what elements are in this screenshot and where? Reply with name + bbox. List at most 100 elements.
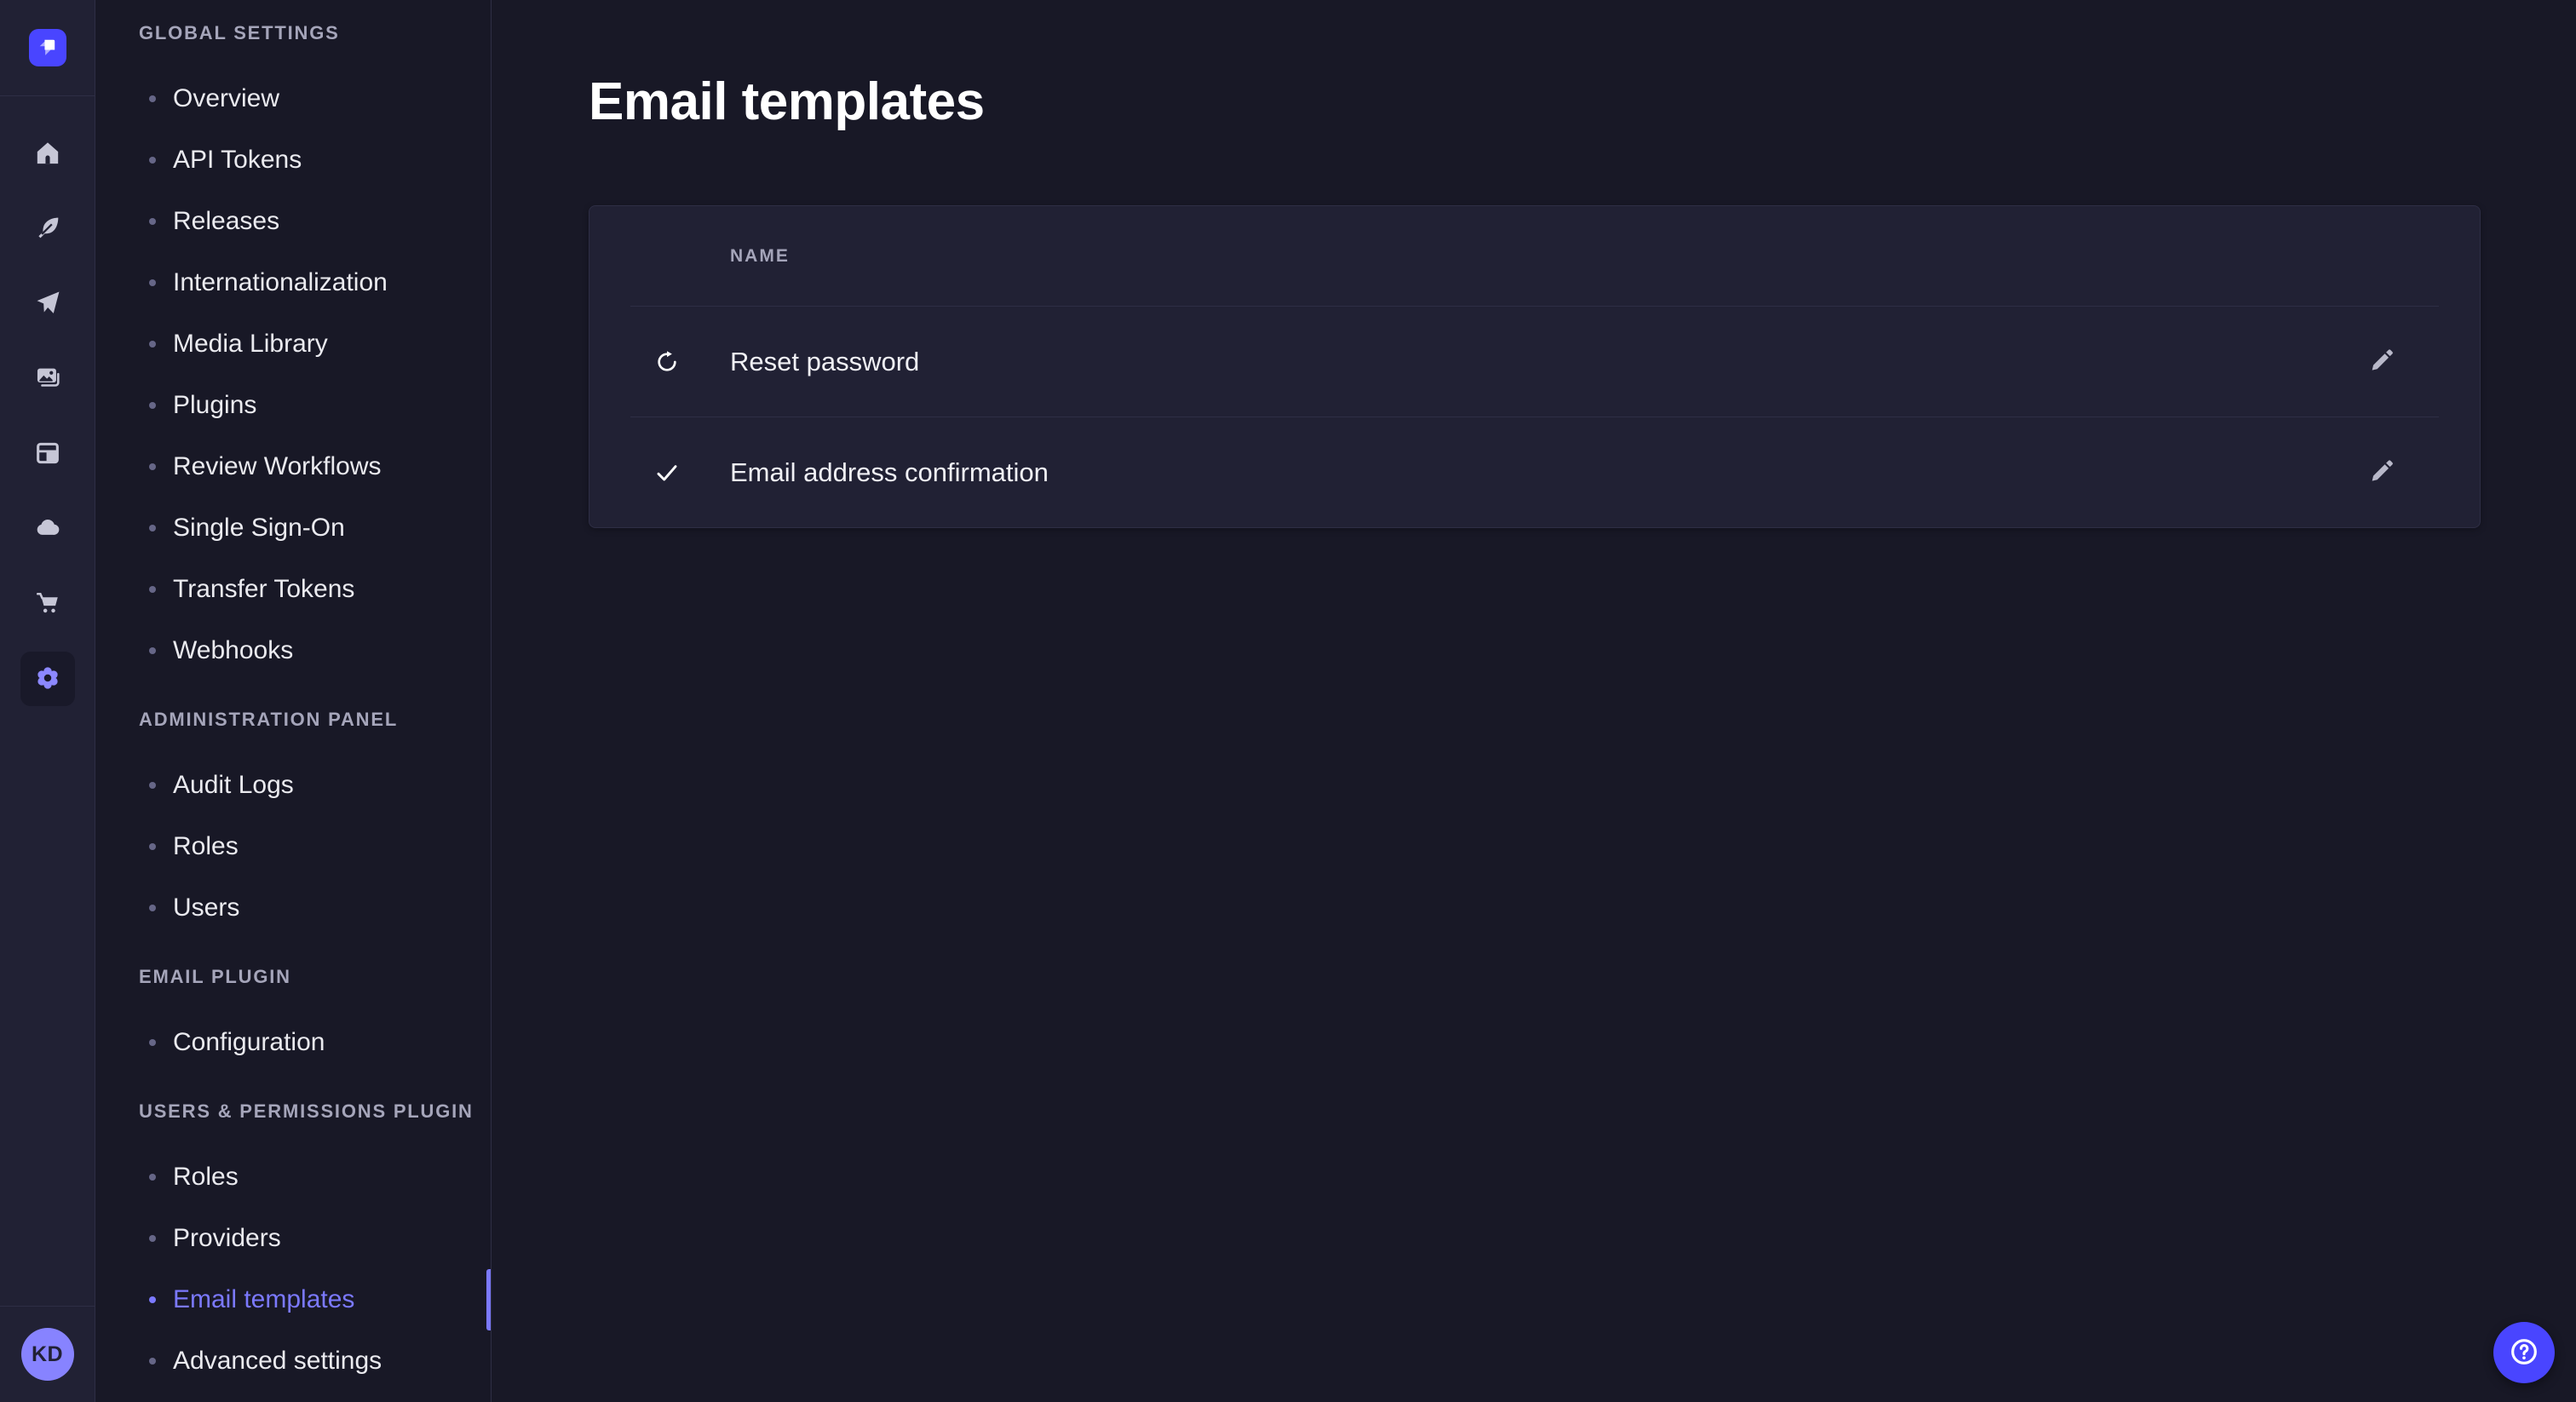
subnav-item-label: Configuration [173, 1030, 325, 1055]
subnav-section-global-settings: GLOBAL SETTINGS Overview API Tokens Release… [96, 22, 491, 681]
cart-icon [33, 589, 62, 620]
nav-footer: KD [0, 1306, 95, 1402]
subnav-item-providers[interactable]: Providers [96, 1208, 491, 1269]
subnav-item-label: Users [173, 895, 239, 921]
column-header-name: NAME [730, 246, 790, 267]
subnav-section-title: ADMINISTRATION PANEL [96, 709, 491, 731]
bullet-icon [149, 586, 156, 593]
refresh-icon [653, 348, 681, 376]
help-button[interactable] [2493, 1322, 2555, 1383]
nav-header [0, 0, 95, 96]
bullet-icon [149, 95, 156, 102]
rail-item-images[interactable] [20, 352, 75, 406]
rail-item-paper-plane[interactable] [20, 277, 75, 331]
avatar[interactable]: KD [21, 1328, 74, 1381]
feather-icon [33, 214, 62, 245]
settings-subnav: GLOBAL SETTINGS Overview API Tokens Release… [96, 0, 492, 1402]
subnav-item-transfer-tokens[interactable]: Transfer Tokens [96, 559, 491, 620]
rail-item-home[interactable] [20, 127, 75, 181]
subnav-item-label: Advanced settings [173, 1348, 382, 1374]
subnav-section-users-permissions-plugin: USERS & PERMISSIONS PLUGIN Roles Providers… [96, 1100, 491, 1392]
subnav-section-title: USERS & PERMISSIONS PLUGIN [96, 1100, 491, 1123]
rail-item-cart[interactable] [20, 577, 75, 631]
template-name: Email address confirmation [730, 457, 1049, 488]
subnav-item-label: Transfer Tokens [173, 577, 354, 602]
check-icon [653, 459, 681, 486]
page-title: Email templates [589, 72, 2481, 132]
rail-item-gear[interactable] [20, 652, 75, 706]
subnav-item-label: Webhooks [173, 638, 293, 664]
subnav-item-email-templates[interactable]: Email templates [96, 1269, 491, 1330]
layout-icon [33, 439, 62, 470]
subnav-item-label: Internationalization [173, 270, 388, 296]
subnav-item-roles[interactable]: Roles [96, 816, 491, 877]
template-name: Reset password [730, 347, 919, 377]
subnav-item-label: Audit Logs [173, 773, 294, 798]
subnav-item-label: Email templates [173, 1287, 354, 1313]
bullet-icon [149, 525, 156, 531]
bullet-icon [149, 1296, 156, 1303]
subnav-item-audit-logs[interactable]: Audit Logs [96, 755, 491, 816]
subnav-item-single-sign-on[interactable]: Single Sign-On [96, 497, 491, 559]
main-content: Email templates NAME Reset password Email… [492, 0, 2576, 1402]
subnav-section-title: GLOBAL SETTINGS [96, 22, 491, 44]
bullet-icon [149, 1358, 156, 1365]
subnav-item-label: Roles [173, 834, 239, 859]
home-icon [33, 139, 62, 170]
table-row-email-address-confirmation[interactable]: Email address confirmation [589, 417, 2480, 527]
bullet-icon [149, 218, 156, 225]
subnav-item-label: Media Library [173, 331, 328, 357]
edit-template-button[interactable] [2365, 456, 2399, 490]
rail-item-feather[interactable] [20, 202, 75, 256]
subnav-item-label: API Tokens [173, 147, 302, 173]
subnav-item-label: Review Workflows [173, 454, 382, 480]
subnav-item-overview[interactable]: Overview [96, 68, 491, 129]
table-row-reset-password[interactable]: Reset password [589, 307, 2480, 417]
bullet-icon [149, 1039, 156, 1046]
subnav-item-releases[interactable]: Releases [96, 191, 491, 252]
subnav-section-administration-panel: ADMINISTRATION PANEL Audit Logs Roles Users [96, 709, 491, 939]
bullet-icon [149, 782, 156, 789]
active-indicator [486, 1269, 492, 1330]
subnav-item-label: Roles [173, 1164, 239, 1190]
strapi-logo-icon [33, 32, 62, 64]
subnav-item-label: Providers [173, 1226, 281, 1251]
subnav-item-advanced-settings[interactable]: Advanced settings [96, 1330, 491, 1392]
bullet-icon [149, 463, 156, 470]
bullet-icon [149, 157, 156, 164]
subnav-item-configuration[interactable]: Configuration [96, 1012, 491, 1073]
bullet-icon [149, 1235, 156, 1242]
subnav-item-roles[interactable]: Roles [96, 1146, 491, 1208]
subnav-item-review-workflows[interactable]: Review Workflows [96, 436, 491, 497]
subnav-item-users[interactable]: Users [96, 877, 491, 939]
bullet-icon [149, 402, 156, 409]
subnav-section-title: EMAIL PLUGIN [96, 966, 491, 988]
gear-icon [33, 664, 62, 695]
subnav-item-internationalization[interactable]: Internationalization [96, 252, 491, 313]
edit-template-button[interactable] [2365, 345, 2399, 379]
email-templates-table: NAME Reset password Email address confirm… [589, 205, 2481, 528]
subnav-item-label: Releases [173, 209, 279, 234]
bullet-icon [149, 341, 156, 348]
rail-item-cloud[interactable] [20, 502, 75, 556]
subnav-item-label: Plugins [173, 393, 256, 418]
nav-icon-list [0, 96, 95, 1306]
rail-item-layout[interactable] [20, 427, 75, 481]
subnav-item-api-tokens[interactable]: API Tokens [96, 129, 491, 191]
subnav-item-webhooks[interactable]: Webhooks [96, 620, 491, 681]
bullet-icon [149, 1174, 156, 1181]
subnav-item-label: Single Sign-On [173, 515, 345, 541]
strapi-logo[interactable] [29, 29, 66, 66]
table-header-row: NAME [589, 206, 2480, 306]
subnav-item-label: Overview [173, 86, 279, 112]
subnav-item-media-library[interactable]: Media Library [96, 313, 491, 375]
bullet-icon [149, 647, 156, 654]
subnav-item-plugins[interactable]: Plugins [96, 375, 491, 436]
pencil-icon [2367, 457, 2396, 488]
main-nav-rail: KD [0, 0, 95, 1402]
question-mark-icon [2507, 1335, 2541, 1371]
images-icon [33, 364, 62, 395]
bullet-icon [149, 843, 156, 850]
bullet-icon [149, 279, 156, 286]
subnav-section-email-plugin: EMAIL PLUGIN Configuration [96, 966, 491, 1073]
